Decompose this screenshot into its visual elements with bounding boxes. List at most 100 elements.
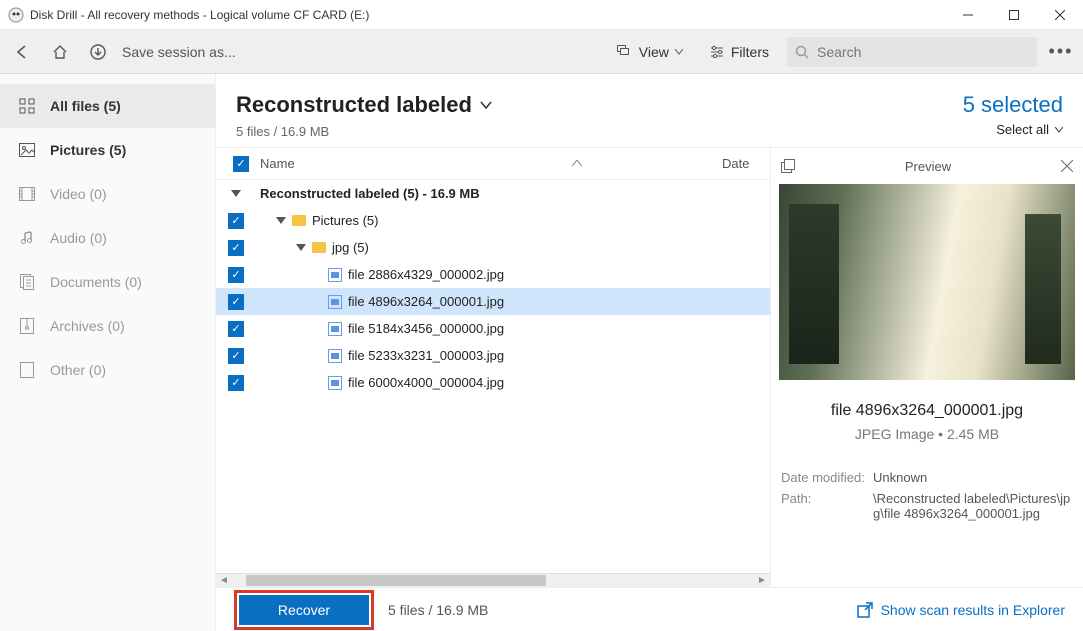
- titlebar: Disk Drill - All recovery methods - Logi…: [0, 0, 1083, 30]
- preview-image: [779, 184, 1075, 380]
- sidebar-item-label: Pictures (5): [50, 142, 126, 158]
- folder-label: jpg (5): [332, 240, 369, 255]
- maximize-button[interactable]: [991, 0, 1037, 30]
- collapse-icon[interactable]: [231, 190, 241, 197]
- back-button[interactable]: [8, 38, 36, 66]
- show-in-explorer-link[interactable]: Show scan results in Explorer: [857, 602, 1065, 618]
- explorer-link-label: Show scan results in Explorer: [881, 602, 1065, 618]
- row-checkbox[interactable]: ✓: [228, 348, 244, 364]
- sidebar-item-audio[interactable]: Audio (0): [0, 216, 215, 260]
- video-icon: [18, 187, 36, 201]
- sidebar-item-label: Documents (0): [50, 274, 142, 290]
- select-all[interactable]: Select all: [963, 122, 1063, 137]
- scroll-thumb[interactable]: [246, 575, 546, 586]
- save-session-icon[interactable]: [84, 38, 112, 66]
- col-name[interactable]: Name: [256, 156, 572, 171]
- archive-icon: [18, 318, 36, 334]
- row-checkbox[interactable]: ✓: [228, 240, 244, 256]
- sidebar-item-other[interactable]: Other (0): [0, 348, 215, 392]
- file-icon: [328, 268, 342, 282]
- collapse-icon[interactable]: [296, 244, 306, 251]
- horizontal-scrollbar[interactable]: ◄ ►: [216, 573, 770, 587]
- chevron-down-icon: [1055, 127, 1063, 133]
- header-checkbox[interactable]: ✓: [233, 156, 249, 172]
- folder-row[interactable]: ✓ jpg (5): [216, 234, 770, 261]
- select-all-label: Select all: [996, 122, 1049, 137]
- file-summary: 5 files / 16.9 MB: [236, 124, 492, 139]
- sidebar-item-allfiles[interactable]: All files (5): [0, 84, 215, 128]
- bottom-summary: 5 files / 16.9 MB: [388, 602, 488, 618]
- preview-panel: Preview file 4896x3264_000001.jpg JPEG I…: [771, 148, 1083, 587]
- file-row[interactable]: ✓ file 4896x3264_000001.jpg: [216, 288, 770, 315]
- chevron-down-icon: [675, 49, 683, 55]
- file-name: file 6000x4000_000004.jpg: [348, 375, 504, 390]
- file-row[interactable]: ✓ file 2886x4329_000002.jpg: [216, 261, 770, 288]
- sidebar-item-label: All files (5): [50, 98, 121, 114]
- row-checkbox[interactable]: ✓: [228, 213, 244, 229]
- group-row[interactable]: Reconstructed labeled (5) - 16.9 MB: [216, 180, 770, 207]
- meta-path-value: \Reconstructed labeled\Pictures\jpg\file…: [873, 491, 1073, 521]
- search-input[interactable]: [817, 44, 1029, 60]
- file-name: file 2886x4329_000002.jpg: [348, 267, 504, 282]
- file-row[interactable]: ✓ file 5184x3456_000000.jpg: [216, 315, 770, 342]
- minimize-button[interactable]: [945, 0, 991, 30]
- sidebar-item-label: Audio (0): [50, 230, 107, 246]
- view-label: View: [639, 44, 669, 60]
- meta-date-value: Unknown: [873, 470, 1073, 485]
- external-link-icon: [857, 602, 873, 618]
- close-preview-button[interactable]: [1061, 160, 1073, 172]
- folder-label: Pictures (5): [312, 213, 378, 228]
- sidebar-item-label: Video (0): [50, 186, 107, 202]
- row-checkbox[interactable]: ✓: [228, 321, 244, 337]
- sidebar-item-documents[interactable]: Documents (0): [0, 260, 215, 304]
- sidebar: All files (5) Pictures (5) Video (0) Aud…: [0, 74, 216, 631]
- row-checkbox[interactable]: ✓: [228, 267, 244, 283]
- file-name: file 5233x3231_000003.jpg: [348, 348, 504, 363]
- list-header: ✓ Name Date: [216, 148, 770, 180]
- chevron-down-icon: [480, 101, 492, 109]
- sort-indicator-icon: [572, 160, 582, 168]
- view-button[interactable]: View: [609, 40, 691, 64]
- close-button[interactable]: [1037, 0, 1083, 30]
- collapse-icon[interactable]: [276, 217, 286, 224]
- scroll-left-icon[interactable]: ◄: [216, 574, 232, 588]
- preview-type-size: JPEG Image • 2.45 MB: [771, 426, 1083, 442]
- selected-count: 5 selected: [963, 92, 1063, 118]
- recover-button[interactable]: Recover: [239, 595, 369, 625]
- search-icon: [795, 45, 809, 59]
- sidebar-item-video[interactable]: Video (0): [0, 172, 215, 216]
- col-date[interactable]: Date: [722, 156, 770, 171]
- file-icon: [328, 349, 342, 363]
- grid-icon: [18, 98, 36, 114]
- sidebar-item-archives[interactable]: Archives (0): [0, 304, 215, 348]
- file-row[interactable]: ✓ file 6000x4000_000004.jpg: [216, 369, 770, 396]
- save-session-label[interactable]: Save session as...: [122, 44, 236, 60]
- file-icon: [328, 322, 342, 336]
- bottom-bar: Recover 5 files / 16.9 MB Show scan resu…: [216, 587, 1083, 631]
- home-button[interactable]: [46, 38, 74, 66]
- recover-highlight: Recover: [234, 590, 374, 630]
- file-name: file 4896x3264_000001.jpg: [348, 294, 504, 309]
- row-checkbox[interactable]: ✓: [228, 375, 244, 391]
- picture-icon: [18, 143, 36, 157]
- sidebar-item-label: Archives (0): [50, 318, 125, 334]
- page-title[interactable]: Reconstructed labeled: [236, 92, 492, 118]
- row-checkbox[interactable]: ✓: [228, 294, 244, 310]
- file-row[interactable]: ✓ file 5233x3231_000003.jpg: [216, 342, 770, 369]
- toolbar: Save session as... View Filters •••: [0, 30, 1083, 74]
- sidebar-item-pictures[interactable]: Pictures (5): [0, 128, 215, 172]
- popout-icon[interactable]: [781, 159, 795, 173]
- file-name: file 5184x3456_000000.jpg: [348, 321, 504, 336]
- filters-button[interactable]: Filters: [701, 40, 777, 64]
- scroll-right-icon[interactable]: ►: [754, 574, 770, 588]
- meta-path-label: Path:: [781, 491, 873, 521]
- more-button[interactable]: •••: [1047, 38, 1075, 66]
- meta-date-label: Date modified:: [781, 470, 873, 485]
- search-box[interactable]: [787, 37, 1037, 67]
- folder-icon: [292, 215, 306, 226]
- folder-row[interactable]: ✓ Pictures (5): [216, 207, 770, 234]
- view-icon: [617, 45, 633, 59]
- audio-icon: [18, 230, 36, 246]
- folder-icon: [312, 242, 326, 253]
- filters-icon: [709, 45, 725, 59]
